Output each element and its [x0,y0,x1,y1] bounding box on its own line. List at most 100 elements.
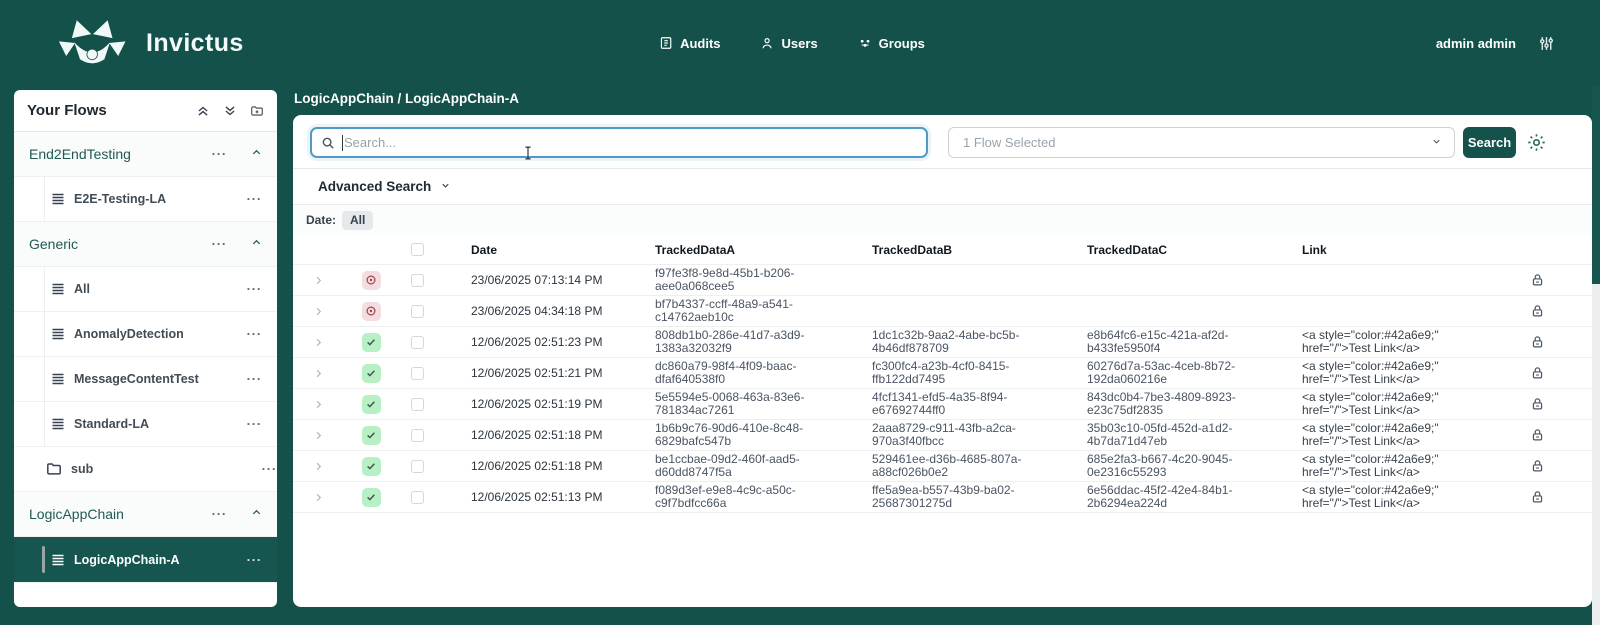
sidebar-group-logicappchain[interactable]: LogicAppChain ... [14,492,277,537]
expand-row-icon[interactable] [313,430,324,441]
status-success-icon [365,491,377,503]
sliders-icon[interactable] [1538,35,1555,52]
scrollbar-thumb[interactable] [1592,86,1600,284]
row-checkbox[interactable] [411,367,424,380]
ellipsis-menu-icon[interactable]: ... [212,508,227,520]
search-button[interactable]: Search [1463,127,1516,158]
cell-date: 12/06/2025 02:51:18 PM [443,459,655,473]
cell-tracked-data-b: ffe5a9ea-b557-43b9-ba02-25687301275d [872,484,1087,510]
cell-tracked-data-a: bf7b4337-ccff-48a9-a541-c14762aeb10c [655,298,872,324]
user-name[interactable]: admin admin [1436,36,1516,51]
sidebar-folder-sub[interactable]: sub ... [14,447,277,492]
sidebar-group-label: End2EndTesting [29,146,131,162]
ellipsis-menu-icon[interactable]: ... [247,418,262,430]
sidebar-rows: End2EndTesting ... E2E-Testing-LA ... Ge… [14,132,277,583]
row-checkbox[interactable] [411,274,424,287]
ellipsis-menu-icon[interactable]: ... [212,238,227,250]
search-input[interactable]: Search... [310,127,928,158]
status-success-badge [362,488,381,507]
gear-icon[interactable] [1526,132,1547,153]
ellipsis-menu-icon[interactable]: ... [247,328,262,340]
sidebar-group-generic[interactable]: Generic ... [14,222,277,267]
nav-audits[interactable]: Audits [659,36,720,51]
flow-stack-icon [50,326,66,342]
lock-icon[interactable] [1531,490,1544,504]
sidebar-item-standard-la[interactable]: Standard-LA ... [14,402,277,447]
flow-select-value: 1 Flow Selected [963,135,1056,150]
sidebar-title: Your Flows [27,102,107,119]
sidebar-item-logicappchain-a[interactable]: LogicAppChain-A ... [14,537,277,583]
ellipsis-menu-icon[interactable]: ... [212,148,227,160]
column-header-tracked-a[interactable]: TrackedDataA [655,243,872,257]
row-checkbox[interactable] [411,460,424,473]
column-header-link[interactable]: Link [1302,243,1512,257]
status-success-badge [362,426,381,445]
row-checkbox[interactable] [411,398,424,411]
lock-icon[interactable] [1531,459,1544,473]
add-folder-icon[interactable] [250,104,264,118]
sidebar-item-messagecontenttest[interactable]: MessageContentTest ... [14,357,277,402]
status-error-badge [362,271,381,290]
cell-date: 12/06/2025 02:51:13 PM [443,490,655,504]
row-checkbox[interactable] [411,429,424,442]
chevron-up-icon[interactable] [251,505,262,523]
flow-stack-icon [50,281,66,297]
expand-row-icon[interactable] [313,368,324,379]
nav-groups[interactable]: Groups [858,36,925,51]
cell-date: 23/06/2025 07:13:14 PM [443,273,655,287]
ellipsis-menu-icon[interactable]: ... [247,283,262,295]
ellipsis-menu-icon[interactable]: ... [247,193,262,205]
column-header-tracked-c[interactable]: TrackedDataC [1087,243,1302,257]
chevron-up-icon[interactable] [251,235,262,253]
expand-all-icon[interactable] [223,104,237,118]
sidebar-item-anomalydetection[interactable]: AnomalyDetection ... [14,312,277,357]
cell-link: <a style="color:#42a6e9;" href="/">Test … [1302,453,1512,479]
column-header-tracked-b[interactable]: TrackedDataB [872,243,1087,257]
advanced-search-label: Advanced Search [318,179,431,194]
ellipsis-menu-icon[interactable]: ... [247,373,262,385]
expand-row-icon[interactable] [313,275,324,286]
lock-icon[interactable] [1531,273,1544,287]
status-success-badge [362,395,381,414]
expand-row-icon[interactable] [313,399,324,410]
flow-select-dropdown[interactable]: 1 Flow Selected [948,127,1455,158]
lock-icon[interactable] [1531,366,1544,380]
lock-icon[interactable] [1531,335,1544,349]
vertical-scrollbar[interactable] [1592,86,1600,625]
cell-link: <a style="color:#42a6e9;" href="/">Test … [1302,391,1512,417]
brand[interactable]: Invictus [52,17,244,69]
collapse-all-icon[interactable] [196,104,210,118]
date-filter-chip[interactable]: All [342,211,373,230]
nav-users[interactable]: Users [761,36,818,51]
cell-tracked-data-c: 35b03c10-05fd-452d-a1d2-4b7da71d47eb [1087,422,1302,448]
expand-row-icon[interactable] [313,492,324,503]
cell-tracked-data-a: 1b6b9c76-90d6-410e-8c48-6829bafc547b [655,422,872,448]
sidebar-item-e2e-testing-la[interactable]: E2E-Testing-LA ... [14,177,277,222]
lock-icon[interactable] [1531,304,1544,318]
status-error-icon [365,305,377,317]
date-filter-label: Date: [306,213,336,227]
row-checkbox[interactable] [411,336,424,349]
ellipsis-menu-icon[interactable]: ... [247,554,262,566]
cell-link: <a style="color:#42a6e9;" href="/">Test … [1302,484,1512,510]
expand-row-icon[interactable] [313,337,324,348]
table-row: 12/06/2025 02:51:23 PM 808db1b0-286e-41d… [293,327,1592,358]
sidebar-item-all[interactable]: All ... [14,267,277,312]
search-placeholder: Search... [344,135,396,150]
expand-row-icon[interactable] [313,306,324,317]
select-all-checkbox[interactable] [411,243,424,256]
column-header-date[interactable]: Date [443,243,655,257]
text-caret [342,135,343,151]
lock-icon[interactable] [1531,428,1544,442]
chevron-up-icon[interactable] [251,145,262,163]
row-checkbox[interactable] [411,305,424,318]
advanced-search-toggle[interactable]: Advanced Search [293,169,1592,205]
sidebar-item-label: AnomalyDetection [74,327,184,341]
expand-row-icon[interactable] [313,461,324,472]
status-error-badge [362,302,381,321]
row-checkbox[interactable] [411,491,424,504]
ellipsis-menu-icon[interactable]: ... [262,463,277,475]
lock-icon[interactable] [1531,397,1544,411]
sidebar-group-end2endtesting[interactable]: End2EndTesting ... [14,132,277,177]
cell-link: <a style="color:#42a6e9;" href="/">Test … [1302,422,1512,448]
